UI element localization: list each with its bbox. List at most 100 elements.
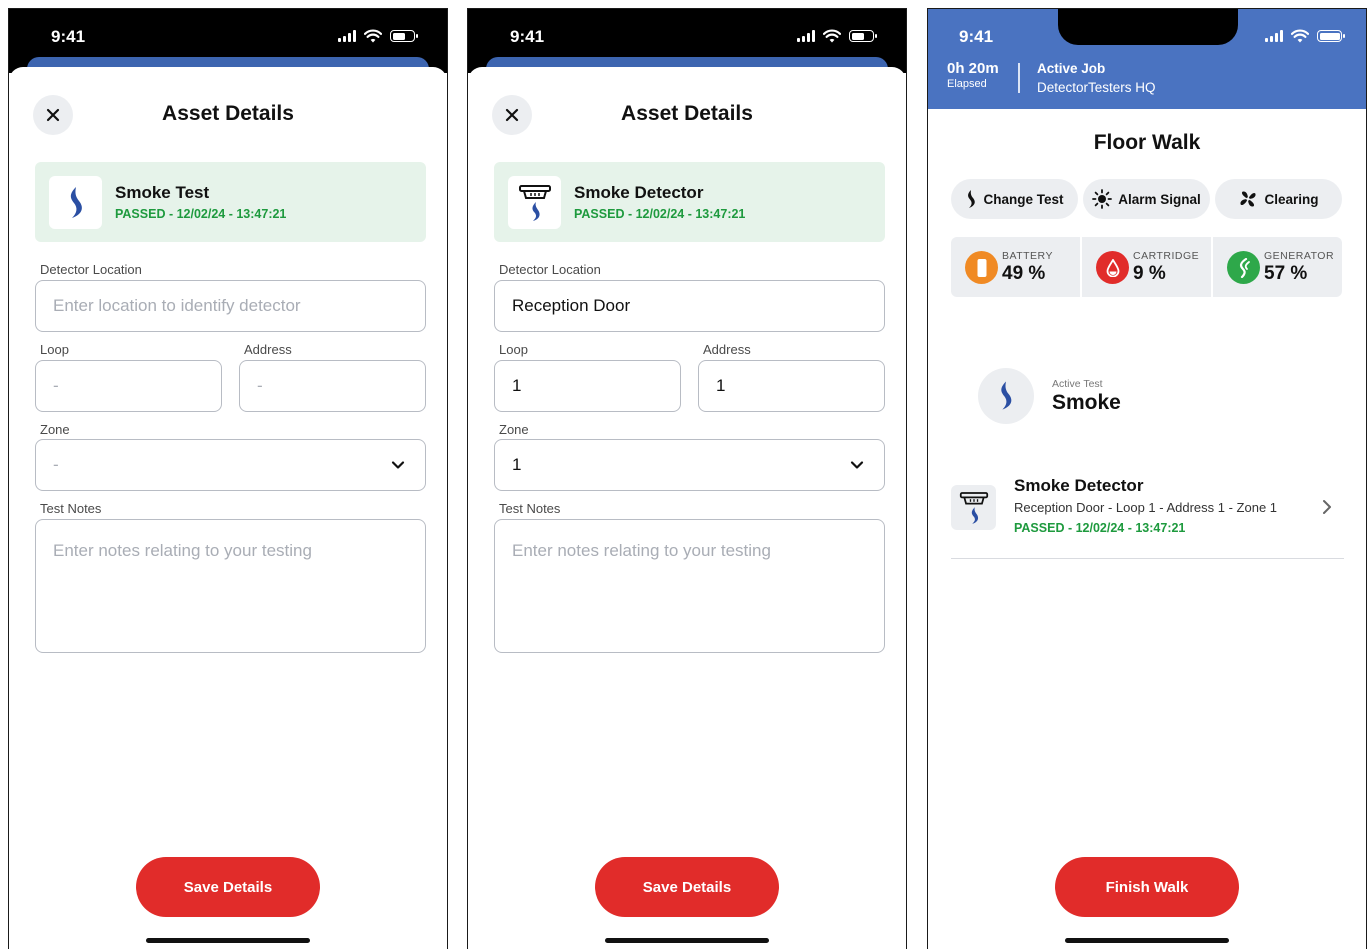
zone-select[interactable]: - — [35, 439, 426, 491]
alarm-signal-label: Alarm Signal — [1118, 191, 1201, 207]
flame-icon — [968, 190, 976, 208]
test-notes-textarea[interactable]: Enter notes relating to your testing — [494, 519, 885, 653]
test-notes-label: Test Notes — [499, 501, 561, 516]
asset-name: Smoke Detector — [1014, 476, 1144, 495]
page-title: Floor Walk — [1093, 131, 1201, 154]
loop-label: Loop — [40, 342, 69, 357]
drop-icon — [1096, 251, 1129, 284]
chevron-right-icon — [1323, 500, 1331, 514]
home-indicator — [1065, 938, 1229, 943]
signal-icon — [1265, 30, 1283, 42]
active-test-value: Smoke — [1052, 391, 1121, 414]
cartridge-value: 9 % — [1133, 263, 1166, 284]
change-test-label: Change Test — [983, 191, 1064, 207]
chevron-down-icon — [391, 461, 405, 469]
status-time: 9:41 — [959, 27, 994, 46]
test-notes-label: Test Notes — [40, 501, 102, 516]
status-icons — [338, 29, 418, 43]
clearing-button[interactable]: Clearing — [1215, 179, 1342, 219]
zone-value: 1 — [512, 455, 522, 474]
smoke-detector-icon — [518, 184, 551, 221]
asset-name: Smoke Test — [115, 183, 210, 202]
floor-walk-screen: 9:41 0h 20m Elapsed Active Job DetectorT… — [927, 8, 1367, 949]
sun-icon — [1092, 189, 1113, 209]
battery-value: 49 % — [1002, 263, 1046, 284]
cartridge-label: CARTRIDGE — [1133, 250, 1200, 262]
fan-icon — [1240, 191, 1257, 207]
asset-details-screen-filled: 9:41 Asset Details Smoke Detector PASSED… — [467, 8, 907, 949]
loop-label: Loop — [499, 342, 528, 357]
test-status: PASSED - 12/02/24 - 13:47:21 — [574, 207, 746, 221]
battery-icon — [390, 30, 418, 42]
sheet-title: Asset Details — [621, 102, 753, 125]
test-status: PASSED - 12/02/24 - 13:47:21 — [115, 207, 287, 221]
smoke-icon — [1227, 251, 1260, 284]
asset-name: Smoke Detector — [574, 183, 704, 202]
elapsed-label: Elapsed — [947, 78, 987, 90]
elapsed-value: 0h 20m — [947, 60, 999, 77]
address-input[interactable]: - — [239, 360, 426, 412]
clearing-label: Clearing — [1264, 191, 1319, 207]
test-result-card: Smoke Test PASSED - 12/02/24 - 13:47:21 — [35, 162, 426, 242]
test-notes-textarea[interactable]: Enter notes relating to your testing — [35, 519, 426, 653]
asset-details-screen-empty: 9:41 Asset Details Smoke Test PASSED - 1… — [8, 8, 448, 949]
save-details-button[interactable]: Save Details — [136, 857, 320, 917]
zone-label: Zone — [499, 422, 529, 437]
active-job-name: DetectorTesters HQ — [1037, 80, 1156, 95]
smoke-detector-icon — [959, 491, 988, 524]
wifi-icon — [364, 29, 382, 43]
home-indicator — [146, 938, 310, 943]
battery-icon — [1317, 30, 1345, 42]
test-type-tile — [49, 176, 102, 229]
signal-icon — [797, 30, 815, 42]
status-time: 9:41 — [510, 27, 545, 46]
detector-location-input[interactable]: Enter location to identify detector — [35, 280, 426, 332]
status-icons — [797, 29, 877, 43]
save-details-button[interactable]: Save Details — [595, 857, 779, 917]
asset-icon-tile — [951, 485, 996, 530]
sheet-title: Asset Details — [162, 102, 294, 125]
active-job-label: Active Job — [1037, 61, 1106, 76]
home-indicator — [605, 938, 769, 943]
bottom-sheet: Asset Details Smoke Detector PASSED - 12… — [468, 67, 906, 949]
zone-select[interactable]: 1 — [494, 439, 885, 491]
loop-input[interactable]: 1 — [494, 360, 681, 412]
address-label: Address — [244, 342, 292, 357]
generator-value: 57 % — [1264, 263, 1308, 284]
elapsed-timer: 0h 20m Elapsed — [947, 60, 999, 90]
asset-location: Reception Door - Loop 1 - Address 1 - Zo… — [1014, 500, 1278, 515]
alarm-signal-button[interactable]: Alarm Signal — [1083, 179, 1210, 219]
finish-walk-button[interactable]: Finish Walk — [1055, 857, 1239, 917]
bottom-sheet: Asset Details Smoke Test PASSED - 12/02/… — [9, 67, 447, 949]
active-test-avatar — [978, 368, 1034, 424]
zone-label: Zone — [40, 422, 70, 437]
test-result-card: Smoke Detector PASSED - 12/02/24 - 13:47… — [494, 162, 885, 242]
address-label: Address — [703, 342, 751, 357]
device-notch — [1058, 9, 1238, 45]
active-job[interactable]: Active Job DetectorTesters HQ — [1037, 59, 1156, 97]
smoke-flame-icon — [70, 186, 82, 218]
smoke-flame-icon — [1001, 381, 1012, 410]
change-test-button[interactable]: Change Test — [951, 179, 1078, 219]
job-header: 9:41 0h 20m Elapsed Active Job DetectorT… — [928, 9, 1366, 109]
address-input[interactable]: 1 — [698, 360, 885, 412]
header-divider — [1018, 63, 1020, 93]
battery-icon — [849, 30, 877, 42]
action-chips: Change Test Alarm Signal Clearing — [951, 179, 1342, 219]
asset-status: PASSED - 12/02/24 - 13:47:21 — [1014, 521, 1186, 535]
generator-label: GENERATOR — [1264, 250, 1335, 262]
detector-location-input[interactable]: Reception Door — [494, 280, 885, 332]
status-time: 9:41 — [51, 27, 86, 46]
zone-value: - — [53, 455, 59, 474]
detector-location-label: Detector Location — [499, 262, 601, 277]
battery-level-icon — [965, 251, 998, 284]
detector-location-label: Detector Location — [40, 262, 142, 277]
asset-list-item[interactable]: Smoke Detector Reception Door - Loop 1 -… — [951, 467, 1344, 559]
asset-type-tile — [508, 176, 561, 229]
battery-meter: BATTERY 49 % — [951, 237, 1080, 297]
cartridge-meter: CARTRIDGE 9 % — [1082, 237, 1211, 297]
generator-meter: GENERATOR 57 % — [1213, 237, 1342, 297]
loop-input[interactable]: - — [35, 360, 222, 412]
chevron-down-icon — [850, 461, 864, 469]
status-icons — [1265, 29, 1345, 43]
